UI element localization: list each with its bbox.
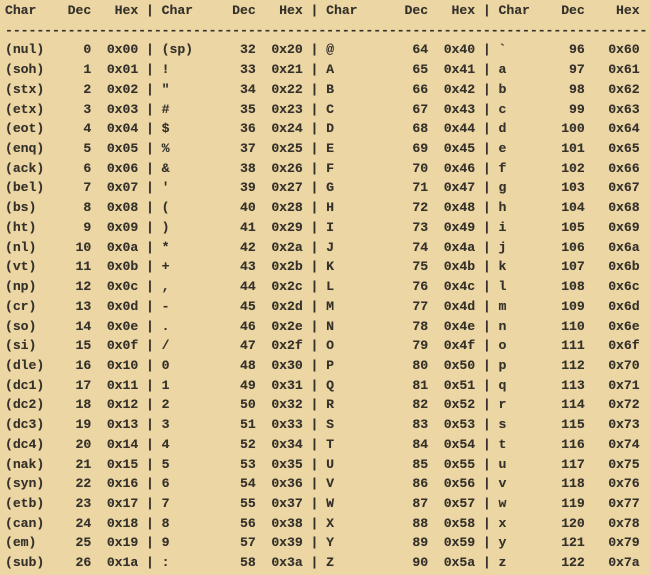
ascii-table-text: Char Dec Hex | Char Dec Hex | Char Dec H… [5,1,650,573]
table-header-row: Char Dec Hex | Char Dec Hex | Char Dec H… [5,3,640,18]
table-row: (nak) 21 0x15 | 5 53 0x35 | U 85 0x55 | … [5,456,640,472]
table-row: (etb) 23 0x17 | 7 55 0x37 | W 87 0x57 | … [5,495,640,511]
table-body: (nul) 0 0x00 | (sp) 32 0x20 | @ 64 0x40 … [5,40,650,572]
table-row: (cr) 13 0x0d | - 45 0x2d | M 77 0x4d | m… [5,298,640,314]
table-row: (soh) 1 0x01 | ! 33 0x21 | A 65 0x41 | a… [5,62,640,78]
table-row: (dc1) 17 0x11 | 1 49 0x31 | Q 81 0x51 | … [5,377,640,393]
table-row: (nl) 10 0x0a | * 42 0x2a | J 74 0x4a | j… [5,239,640,255]
table-row: (stx) 2 0x02 | " 34 0x22 | B 66 0x42 | b… [5,81,640,97]
table-row: (bs) 8 0x08 | ( 40 0x28 | H 72 0x48 | h … [5,200,640,216]
table-row: (eot) 4 0x04 | $ 36 0x24 | D 68 0x44 | d… [5,121,640,137]
table-row: (np) 12 0x0c | , 44 0x2c | L 76 0x4c | l… [5,279,640,295]
table-row: (em) 25 0x19 | 9 57 0x39 | Y 89 0x59 | y… [5,535,640,551]
ascii-table: Char Dec Hex | Char Dec Hex | Char Dec H… [0,0,650,575]
table-row: (dc3) 19 0x13 | 3 51 0x33 | S 83 0x53 | … [5,417,640,433]
table-row: (etx) 3 0x03 | # 35 0x23 | C 67 0x43 | c… [5,101,640,117]
table-row: (bel) 7 0x07 | ' 39 0x27 | G 71 0x47 | g… [5,180,640,196]
table-row: (can) 24 0x18 | 8 56 0x38 | X 88 0x58 | … [5,515,640,531]
table-row: (ack) 6 0x06 | & 38 0x26 | F 70 0x46 | f… [5,160,640,176]
table-row: (vt) 11 0x0b | + 43 0x2b | K 75 0x4b | k… [5,259,640,275]
table-row: (enq) 5 0x05 | % 37 0x25 | E 69 0x45 | e… [5,141,640,157]
table-row: (nul) 0 0x00 | (sp) 32 0x20 | @ 64 0x40 … [5,42,640,58]
table-row: (syn) 22 0x16 | 6 54 0x36 | V 86 0x56 | … [5,476,640,492]
table-row: (so) 14 0x0e | . 46 0x2e | N 78 0x4e | n… [5,318,640,334]
header-separator-rule: ----------------------------------------… [5,22,648,38]
table-row: (dc2) 18 0x12 | 2 50 0x32 | R 82 0x52 | … [5,397,640,413]
table-row: (ht) 9 0x09 | ) 41 0x29 | I 73 0x49 | i … [5,219,640,235]
table-row: (dc4) 20 0x14 | 4 52 0x34 | T 84 0x54 | … [5,436,640,452]
table-row: (sub) 26 0x1a | : 58 0x3a | Z 90 0x5a | … [5,555,640,571]
table-row: (dle) 16 0x10 | 0 48 0x30 | P 80 0x50 | … [5,357,640,373]
table-row: (si) 15 0x0f | / 47 0x2f | O 79 0x4f | o… [5,338,640,354]
